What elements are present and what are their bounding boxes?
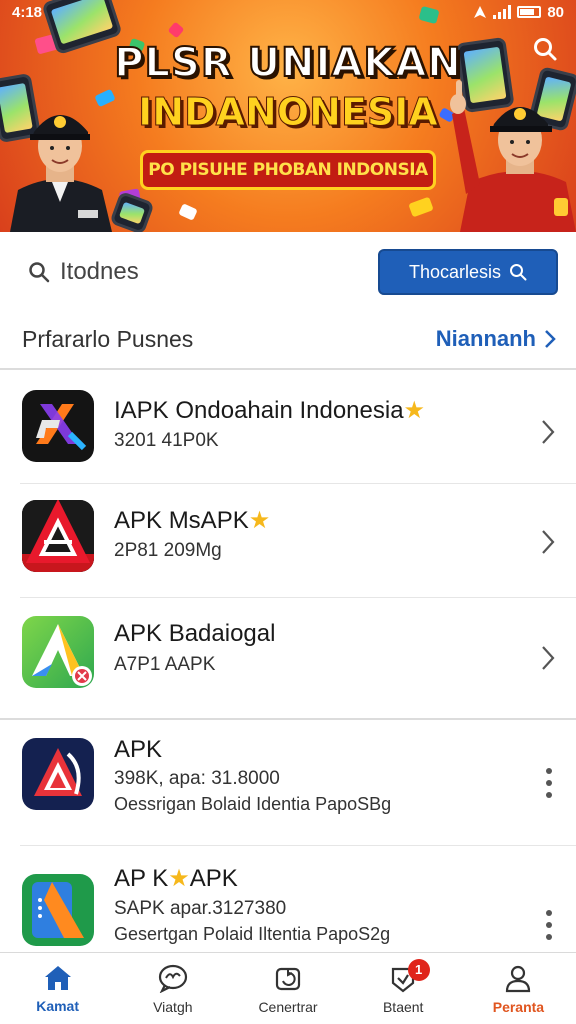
more-options-icon[interactable] xyxy=(544,908,554,942)
status-bar: 4:18 80 xyxy=(0,0,576,24)
star-icon: ★ xyxy=(248,507,271,534)
chat-icon xyxy=(158,964,187,993)
search-input-value[interactable]: Itodnes xyxy=(60,258,139,286)
confetti-decoration xyxy=(178,203,198,221)
app-icon xyxy=(22,874,94,946)
app-icon xyxy=(22,390,94,462)
nav-item-profile[interactable]: Peranta xyxy=(461,953,576,1024)
app-meta: A7P1 AAPK xyxy=(114,654,216,675)
app-name: APK xyxy=(114,736,163,763)
see-more-label: Niannanh xyxy=(435,326,536,351)
app-icon xyxy=(22,616,94,688)
search-button-label: Thocarlesis xyxy=(408,261,502,282)
app-name: AP K★APK xyxy=(114,865,238,892)
bottom-navigation: Kamat Viatgh Cenertrar 1 Btaent Peranta xyxy=(0,952,576,1024)
chevron-right-icon[interactable] xyxy=(540,644,556,672)
app-description: Oessrigan Bolaid Identia PapoSBg xyxy=(114,794,392,814)
banner-title-line1: PLSR UNIAKAN xyxy=(113,39,462,87)
nav-item-home[interactable]: Kamat xyxy=(0,953,115,1024)
notification-badge: 1 xyxy=(407,959,430,981)
app-list-item[interactable]: APK Badaiogal A7P1 AAPK xyxy=(0,598,576,716)
more-options-icon[interactable] xyxy=(544,766,554,800)
app-name: APK MsAPK★ xyxy=(114,507,271,534)
app-meta: SAPK apar.3127380 xyxy=(114,898,287,919)
refresh-icon xyxy=(275,967,301,990)
search-button[interactable]: Thocarlesis xyxy=(378,249,558,295)
hero-banner[interactable]: 4:18 80 PLSR UNIAKAN INDANONESIA PO PISU… xyxy=(0,0,576,232)
nav-label: Peranta xyxy=(492,998,545,1015)
app-list-item[interactable]: APK 398K, apa: 31.8000 Oessrigan Bolaid … xyxy=(0,720,576,844)
location-icon xyxy=(474,6,487,18)
signal-icon xyxy=(493,5,512,19)
chevron-right-icon[interactable] xyxy=(540,528,556,556)
nav-label: Btaent xyxy=(382,998,424,1015)
banner-tagline: PO PISUHE PHOBAN INDONSIA xyxy=(140,150,436,190)
section-header: Prfararlo Pusnes Niannanh xyxy=(0,318,576,360)
confetti-decoration xyxy=(167,21,185,39)
banner-title-line2: INDANONESIA xyxy=(138,90,439,135)
banner-title: PLSR UNIAKAN INDANONESIA xyxy=(0,39,576,135)
status-time: 4:18 xyxy=(12,3,43,21)
battery-level: 80 xyxy=(547,3,564,21)
battery-icon xyxy=(517,6,542,18)
chevron-right-icon xyxy=(545,330,556,348)
nav-item-chat[interactable]: Viatgh xyxy=(115,953,230,1024)
app-name: IAPK Ondoahain Indonesia★ xyxy=(114,397,426,424)
user-icon xyxy=(506,965,531,992)
app-icon xyxy=(22,738,94,810)
star-icon: ★ xyxy=(168,865,190,892)
nav-label: Viatgh xyxy=(153,998,193,1015)
app-meta: 398K, apa: 31.8000 xyxy=(114,768,280,789)
phone-illustration xyxy=(109,190,155,232)
app-list-item[interactable]: IAPK Ondoahain Indonesia★ 3201 41P0K xyxy=(0,370,576,482)
search-icon[interactable] xyxy=(532,36,558,62)
search-icon xyxy=(29,262,50,283)
see-more-link[interactable]: Niannanh xyxy=(436,326,556,352)
app-list-item[interactable]: AP K★APK SAPK apar.3127380 Gesertgan Pol… xyxy=(0,846,576,952)
app-meta: 3201 41P0K xyxy=(114,430,219,451)
search-row: Itodnes Thocarlesis xyxy=(0,248,576,296)
status-icons: 80 xyxy=(473,4,564,21)
app-name: APK Badaiogal xyxy=(114,620,276,647)
nav-label: Kamat xyxy=(36,997,79,1014)
nav-label: Cenertrar xyxy=(258,998,318,1015)
app-description: Gesertgan Polaid Iltentia PapoS2g xyxy=(114,924,391,944)
home-icon xyxy=(44,965,71,990)
section-title: Prfararlo Pusnes xyxy=(22,325,194,352)
app-icon xyxy=(22,500,94,572)
search-icon xyxy=(510,264,527,281)
app-list-item[interactable]: APK MsAPK★ 2P81 209Mg xyxy=(0,484,576,596)
star-icon: ★ xyxy=(403,397,426,424)
confetti-decoration xyxy=(408,196,434,218)
app-meta: 2P81 209Mg xyxy=(114,540,222,561)
search-input[interactable]: Itodnes xyxy=(28,258,139,286)
nav-item-center[interactable]: Cenertrar xyxy=(230,953,345,1024)
chevron-right-icon[interactable] xyxy=(540,418,556,446)
nav-item-downloads[interactable]: 1 Btaent xyxy=(346,953,461,1024)
